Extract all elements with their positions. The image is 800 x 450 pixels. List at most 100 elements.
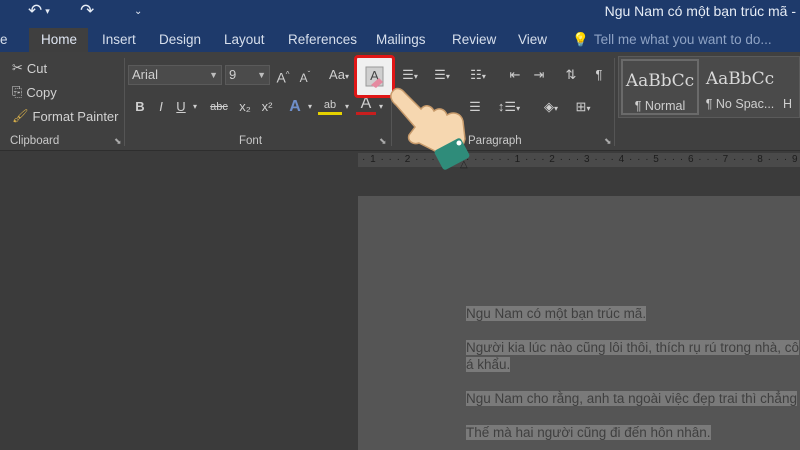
paint-bucket-icon: ◈ [543,99,554,114]
cut-button[interactable]: ✂ Cut [12,60,47,76]
line-spacing-button[interactable]: ↕☰▾ [496,97,522,119]
clipboard-group-label: Clipboard [10,135,60,147]
bullet-list-icon: ☰ [402,67,414,82]
sort-button[interactable]: ⇅ [562,65,580,85]
tab-design[interactable]: Design [159,28,201,52]
redo-icon: ↷ [80,1,95,20]
tell-me-box[interactable]: 💡 Tell me what you want to do... [572,28,772,52]
chevron-down-icon[interactable]: ▾ [343,97,351,117]
borders-button[interactable]: ⊞▾ [570,97,596,119]
style-preview: AaBbCc [625,71,695,91]
line-spacing-icon: ↕☰ [497,99,517,114]
style-no-spacing[interactable]: AaBbCc ¶ No Spac... [701,59,779,115]
tab-home[interactable]: Home [29,28,88,52]
tab-references[interactable]: References [288,28,357,52]
paragraph[interactable]: Người kia lúc nào cũng lôi thôi, thích r… [466,339,800,373]
paintbrush-icon: 🖌 [12,108,29,123]
lightbulb-icon: 💡 [572,32,589,47]
font-group-label: Font [239,135,263,147]
grow-font-button[interactable]: A^ [274,65,292,88]
bold-button[interactable]: B [132,97,148,117]
title-bar: ↶ ▾ ↷ ⌄ Ngu Nam có một bạn trúc mã - [0,0,800,28]
chevron-down-icon[interactable]: ▾ [190,97,200,117]
underline-button[interactable]: U [174,97,188,117]
decrease-indent-button[interactable]: ⇤ [506,65,524,85]
numbered-list-icon: ☰ [434,67,446,82]
highlighter-icon: ab [323,99,337,111]
tab-layout[interactable]: Layout [224,28,265,52]
chevron-down-icon: ▼ [209,70,218,80]
chevron-down-icon: ▼ [257,70,266,80]
tab-insert[interactable]: Insert [102,28,136,52]
font-family-select[interactable]: Arial ▼ [128,65,222,85]
tell-me-text: Tell me what you want to do... [593,32,772,47]
text-effects-button[interactable]: A [286,97,304,117]
customize-qat-icon[interactable]: ⌄ [134,0,142,22]
paragraph-line: Người kia lúc nào cũng lôi thôi, thích r… [466,340,800,355]
paragraph-line: Ngu Nam có một bạn trúc mã. [466,306,647,321]
style-name: H [783,97,793,111]
strikethrough-button[interactable]: abc [206,97,232,117]
shrink-font-icon: A [299,71,308,85]
numbering-button[interactable]: ☰▾ [430,65,454,87]
chevron-down-icon[interactable]: ▾ [306,97,314,117]
document-page[interactable]: Ngu Nam có một bạn trúc mã. Người kia lú… [358,196,800,450]
paragraph[interactable]: Ngu Nam cho rằng, anh ta ngoài việc đẹp … [466,390,797,407]
decrease-indent-icon: ⇤ [509,67,521,82]
paragraph-launcher-icon[interactable]: ⬊ [604,136,612,147]
group-separator [124,58,125,146]
paragraph-line: Thế mà hai người cũng đi đến hôn nhân. [466,425,711,440]
style-preview: AaBbCc [705,69,775,89]
format-painter-label: Format Painter [32,108,119,124]
tab-file-edge[interactable]: e [0,28,8,52]
show-marks-button[interactable]: ¶ [592,65,606,85]
tab-review[interactable]: Review [452,28,496,52]
sort-icon: ⇅ [565,67,577,82]
superscript-button[interactable]: x² [258,97,276,117]
borders-icon: ⊞ [575,99,587,114]
ribbon-tabs: e Home Insert Design Layout References M… [0,28,800,52]
redo-button[interactable]: ↷ [80,0,94,22]
change-case-icon: Aa [329,67,345,82]
scissors-icon: ✂ [12,60,23,75]
styles-gallery: AaBbCc ¶ Normal AaBbCc ¶ No Spac... H [618,56,800,118]
multilevel-list-icon: ☷ [470,67,482,82]
font-family-value: Arial [132,67,159,82]
bullets-button[interactable]: ☰▾ [398,65,422,87]
highlight-color-bar [318,112,342,115]
paragraph[interactable]: Ngu Nam có một bạn trúc mã. [466,305,647,322]
style-heading[interactable]: H [781,59,799,115]
format-painter-button[interactable]: 🖌 Format Painter [12,108,119,124]
italic-button[interactable]: I [154,97,168,117]
document-title: Ngu Nam có một bạn trúc mã - [604,3,796,19]
undo-button[interactable]: ↶ ▾ [28,0,50,22]
copy-button[interactable]: ⎘ Copy [12,84,57,100]
style-name: ¶ No Spac... [705,97,775,111]
font-color-bar [356,112,376,115]
increase-indent-button[interactable]: ⇥ [530,65,548,85]
style-name: ¶ Normal [634,99,686,113]
paragraph-line: Ngu Nam cho rằng, anh ta ngoài việc đẹp … [466,391,797,406]
highlight-color-button[interactable]: ab [318,95,342,115]
increase-indent-icon: ⇥ [533,67,545,82]
font-size-value: 9 [229,67,237,82]
undo-icon: ↶ [28,1,43,20]
group-separator [614,58,615,146]
chevron-down-icon[interactable]: ▾ [377,97,385,117]
tab-mailings[interactable]: Mailings [376,28,426,52]
shrink-font-button[interactable]: Aˇ [296,65,314,88]
copy-label: Copy [26,84,57,100]
tab-view[interactable]: View [518,28,547,52]
paragraph-group-label: Paragraph [468,135,522,147]
copy-icon: ⎘ [12,84,23,99]
style-normal[interactable]: AaBbCc ¶ Normal [621,59,699,115]
clipboard-launcher-icon[interactable]: ⬊ [114,136,122,147]
change-case-button[interactable]: Aa▾ [326,65,352,87]
font-size-select[interactable]: 9 ▼ [225,65,270,85]
shading-button[interactable]: ◈▾ [538,97,564,119]
paragraph-line: á khẩu. [466,357,511,372]
subscript-button[interactable]: x₂ [236,97,254,117]
pointing-hand-icon [390,87,470,170]
paragraph[interactable]: Thế mà hai người cũng đi đến hôn nhân. [466,424,711,441]
multilevel-list-button[interactable]: ☷▾ [466,65,490,87]
